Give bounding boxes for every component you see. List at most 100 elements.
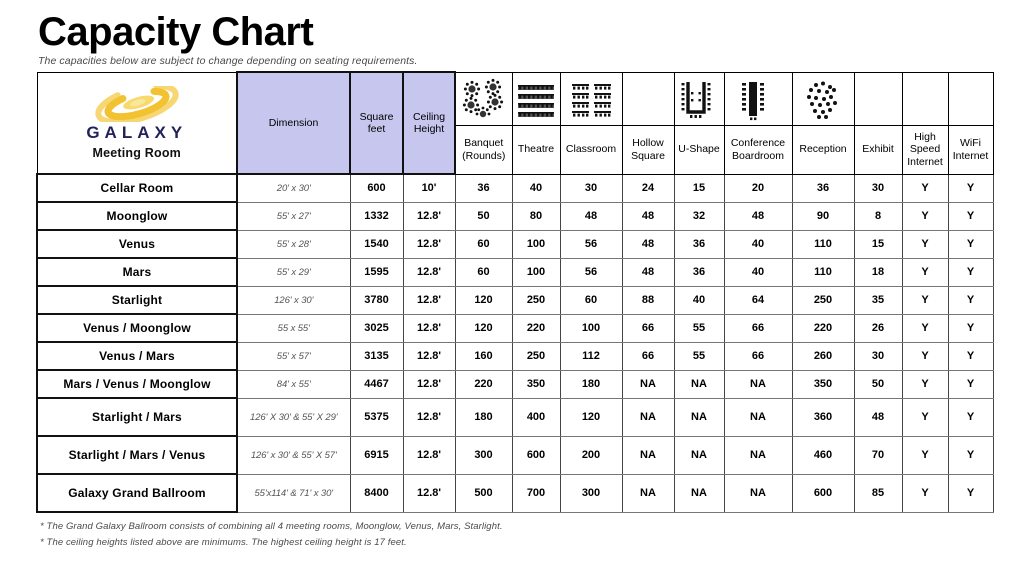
brand-logo-cell: GALAXY Meeting Room <box>36 71 238 175</box>
cell-reception: 260 <box>791 341 855 371</box>
cell-banquet: 50 <box>454 201 513 231</box>
cell-hsi: Y <box>901 201 949 231</box>
cell-sqft: 4467 <box>349 369 404 399</box>
cell-room: Moonglow <box>36 201 238 231</box>
table-row: Galaxy Grand Ballroom 55'x114' & 71' x 30… <box>36 473 994 513</box>
cell-dimension: 84' x 55' <box>236 369 351 399</box>
header-hollow-square: Hollow Square <box>621 124 675 175</box>
header-sqft-line2: feet <box>367 123 386 135</box>
cell-wifi: Y <box>947 435 994 475</box>
cell-classroom: 60 <box>559 285 623 315</box>
cell-reception: 600 <box>791 473 855 513</box>
boardroom-icon <box>735 77 781 122</box>
cell-ushape: 15 <box>673 173 725 203</box>
cell-room: Starlight / Mars / Venus <box>36 435 238 475</box>
footnote-2: * The ceiling heights listed above are m… <box>40 536 407 548</box>
table-row: Venus / Mars 55' x 57' 3135 12.8' 160 250 112 6… <box>36 341 994 371</box>
header-high-speed-internet: High Speed Internet <box>901 124 949 175</box>
cell-exhibit: 50 <box>853 369 903 399</box>
table-row: Starlight / Mars 126' X 30' & 55' X 29' 53… <box>36 397 994 437</box>
cell-exhibit: 15 <box>853 229 903 259</box>
cell-reception: 350 <box>791 369 855 399</box>
header-sqft-line1: Square <box>359 111 394 123</box>
cell-exhibit: 48 <box>853 397 903 437</box>
cell-dimension: 126' x 30' & 55' X 57' <box>236 435 351 475</box>
cell-boardroom: 40 <box>723 229 793 259</box>
cell-boardroom: NA <box>723 435 793 475</box>
header-banquet-line2: (Rounds) <box>462 149 506 162</box>
page-subtitle: The capacities below are subject to chan… <box>38 55 418 67</box>
header-hollow-line1: Hollow <box>632 137 664 150</box>
cell-reception: 110 <box>791 257 855 287</box>
cell-sqft: 8400 <box>349 473 404 513</box>
cell-sqft: 1332 <box>349 201 404 231</box>
cell-wifi: Y <box>947 173 994 203</box>
reception-icon-cell <box>791 71 855 126</box>
cell-hsi: Y <box>901 173 949 203</box>
cell-ceiling: 10' <box>402 173 456 203</box>
cell-ushape: NA <box>673 369 725 399</box>
cell-theatre: 100 <box>511 257 561 287</box>
cell-banquet: 60 <box>454 257 513 287</box>
cell-hsi: Y <box>901 369 949 399</box>
cell-hsi: Y <box>901 229 949 259</box>
u-shape-icon <box>676 77 722 122</box>
banquet-rounds-icon-cell <box>454 71 513 126</box>
cell-hollow: 24 <box>621 173 675 203</box>
cell-reception: 90 <box>791 201 855 231</box>
cell-ushape: 40 <box>673 285 725 315</box>
cell-reception: 250 <box>791 285 855 315</box>
header-hsi-line3: Internet <box>907 155 943 168</box>
cell-theatre: 250 <box>511 341 561 371</box>
header-dimension-label: Dimension <box>268 117 319 129</box>
cell-room: Cellar Room <box>36 173 238 203</box>
header-ceiling-line2: Height <box>413 123 445 135</box>
cell-banquet: 300 <box>454 435 513 475</box>
cell-hollow: NA <box>621 473 675 513</box>
cell-sqft: 600 <box>349 173 404 203</box>
cell-dimension: 55' x 27' <box>236 201 351 231</box>
header-exhibit: Exhibit <box>853 124 903 175</box>
cell-wifi: Y <box>947 285 994 315</box>
cell-sqft: 5375 <box>349 397 404 437</box>
cell-dimension: 55' x 29' <box>236 257 351 287</box>
cell-dimension: 55' x 57' <box>236 341 351 371</box>
reception-icon <box>800 77 846 122</box>
cell-dimension: 126' X 30' & 55' X 29' <box>236 397 351 437</box>
cell-wifi: Y <box>947 473 994 513</box>
cell-exhibit: 26 <box>853 313 903 343</box>
table-row: Starlight / Mars / Venus 126' x 30' & 55'… <box>36 435 994 475</box>
cell-reception: 360 <box>791 397 855 437</box>
header-banquet-line1: Banquet <box>464 137 504 150</box>
header-banquet: Banquet (Rounds) <box>454 124 513 175</box>
cell-theatre: 250 <box>511 285 561 315</box>
cell-sqft: 3135 <box>349 341 404 371</box>
cell-ceiling: 12.8' <box>402 285 456 315</box>
cell-exhibit: 18 <box>853 257 903 287</box>
cell-ushape: 36 <box>673 229 725 259</box>
header-wifi-line1: WiFi <box>960 137 981 150</box>
cell-wifi: Y <box>947 397 994 437</box>
cell-theatre: 350 <box>511 369 561 399</box>
cell-ushape: NA <box>673 435 725 475</box>
cell-banquet: 36 <box>454 173 513 203</box>
header-dimension: Dimension <box>236 71 351 175</box>
cell-reception: 220 <box>791 313 855 343</box>
capacity-table-body: Cellar Room 20' x 30' 600 10' 36 40 30 24 15 20 36… <box>36 173 994 513</box>
cell-classroom: 100 <box>559 313 623 343</box>
banquet-rounds-icon <box>460 77 507 122</box>
table-row: Starlight 126' x 30' 3780 12.8' 120 250 60 88 40… <box>36 285 994 315</box>
cell-exhibit: 30 <box>853 341 903 371</box>
header-icon-row: GALAXY Meeting Room Dimension Square fee… <box>36 71 994 175</box>
cell-hollow: 66 <box>621 341 675 371</box>
header-boardroom-line1: Conference <box>730 137 786 150</box>
cell-ceiling: 12.8' <box>402 397 456 437</box>
header-ceiling-line1: Ceiling <box>412 111 446 123</box>
cell-hollow: NA <box>621 397 675 437</box>
cell-classroom: 112 <box>559 341 623 371</box>
page-title: Capacity Chart <box>38 10 314 54</box>
cell-hsi: Y <box>901 285 949 315</box>
cell-wifi: Y <box>947 341 994 371</box>
brand-name: GALAXY <box>86 122 188 142</box>
cell-sqft: 3780 <box>349 285 404 315</box>
